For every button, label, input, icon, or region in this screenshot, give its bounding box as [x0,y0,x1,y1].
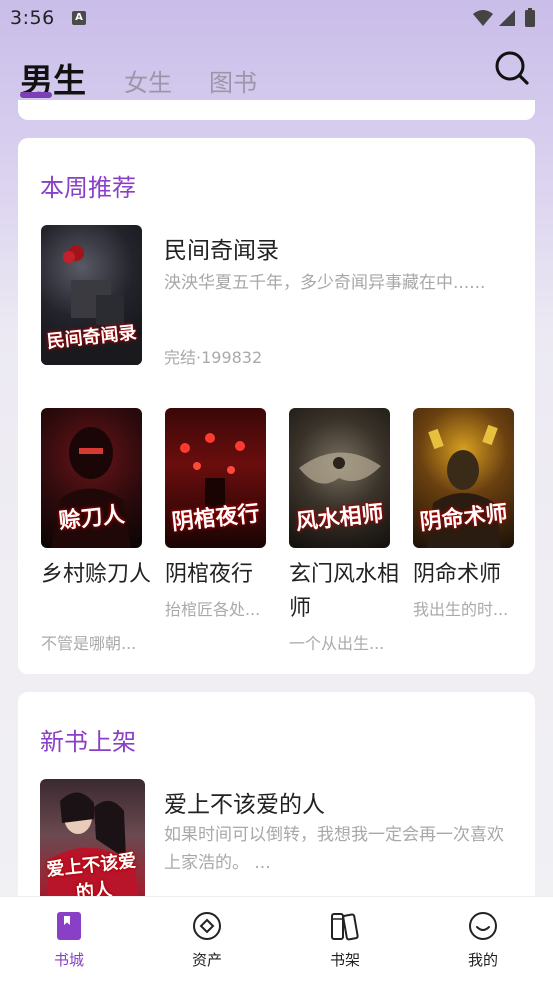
profile-icon [469,912,497,940]
book-description: 一个从出生... [289,634,385,653]
active-tab-indicator [20,92,52,98]
assets-icon [193,912,221,940]
book-cover[interactable]: 民间奇闻录 [41,225,142,365]
book-title: 爱上不该爱的人 [164,792,325,818]
category-tabs: 男生 女生 图书 [0,52,553,102]
section-title: 新书上架 [40,728,136,756]
book-title: 阴命术师 [413,562,502,587]
status-bar: 3:56 A [0,0,553,38]
nav-bookstore[interactable]: 书城 [0,897,138,984]
section-title: 本周推荐 [40,174,136,202]
bottom-nav: 书城 资产 书架 我的 [0,896,553,984]
status-time: 3:56 [10,7,55,29]
book-status: 完结·199832 [164,348,263,367]
book-cover[interactable]: 阴命术师 [413,408,514,548]
notification-icon: A [72,11,86,25]
book-cover[interactable]: 赊刀人 [41,408,142,548]
new-books-card: 新书上架 爱上不该爱的人 爱上不该爱的人 如果时间可以倒转，我想我一定会再一次喜… [18,692,535,919]
tab-books[interactable]: 图书 [209,63,257,98]
nav-assets[interactable]: 资产 [138,897,276,984]
search-icon[interactable] [494,50,530,86]
nav-label: 我的 [467,951,498,969]
book-description: 泱泱华夏五千年，多少奇闻异事藏在中...... [164,273,486,293]
banner-bottom [18,100,535,120]
weekly-recommend-card: 本周推荐 民间奇闻录 民间奇闻录 泱泱华夏五千年，多少奇闻异事藏在中......… [18,138,535,674]
book-title: 阴棺夜行 [165,562,254,587]
nav-label: 资产 [191,951,222,969]
bookstore-icon [57,912,81,940]
book-description: 我出生的时... [413,600,509,619]
nav-profile[interactable]: 我的 [414,897,552,984]
book-description-line2: 上家浩的。 ... [164,853,271,873]
book-description-line1: 如果时间可以倒转，我想我一定会再一次喜欢 [164,825,504,845]
book-cover[interactable]: 阴棺夜行 [165,408,266,548]
book-title: 玄门风水相师 [289,562,400,621]
book-cover[interactable]: 风水相师 [289,408,390,548]
bookshelf-icon [331,913,359,941]
tab-female[interactable]: 女生 [124,63,172,98]
nav-bookshelf[interactable]: 书架 [276,897,414,984]
signal-battery-icons [473,8,535,27]
book-description: 不管是哪朝... [41,634,137,653]
nav-label: 书架 [329,951,360,969]
nav-label: 书城 [53,951,84,969]
book-title: 民间奇闻录 [164,238,279,264]
book-description: 抬棺匠各处... [165,600,261,619]
book-title: 乡村赊刀人 [41,562,152,587]
